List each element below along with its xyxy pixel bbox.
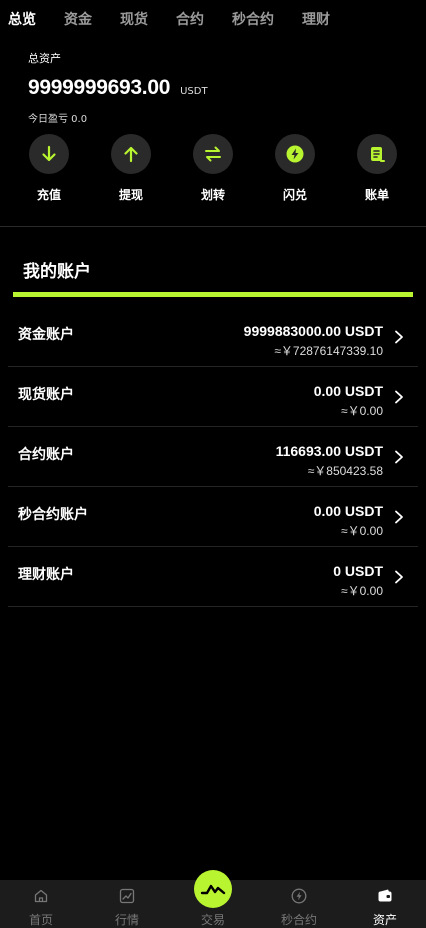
chevron-right-icon — [395, 570, 403, 584]
tab-wealth[interactable]: 理财 — [302, 9, 330, 29]
chart-icon — [119, 888, 135, 904]
nav-second-contract[interactable]: 秒合约 — [259, 880, 339, 928]
tab-contract[interactable]: 合约 — [176, 9, 204, 29]
arrow-down-icon — [29, 134, 69, 174]
flash-icon — [275, 134, 315, 174]
deposit-label: 充值 — [36, 188, 61, 202]
bill-label: 账单 — [364, 188, 389, 202]
asset-summary: 总资产 9999999693.00 USDT 今日盈亏 0.0 — [28, 50, 208, 125]
nav-market-label: 行情 — [114, 913, 139, 927]
quick-actions: 充值 提现 划转 闪兑 账单 — [0, 134, 426, 204]
account-row-second-contract[interactable]: 秒合约账户 0.00 USDT ≈￥0.00 — [8, 487, 418, 547]
account-cny-value: ≈￥0.00 — [341, 404, 383, 418]
chevron-right-icon — [395, 330, 403, 344]
withdraw-button[interactable]: 提现 — [101, 134, 161, 203]
title-underline — [13, 292, 413, 297]
bill-button[interactable]: 账单 — [347, 134, 407, 203]
section-divider — [0, 226, 426, 227]
arrow-up-icon — [111, 134, 151, 174]
account-name: 合约账户 — [18, 447, 74, 463]
account-row-contract[interactable]: 合约账户 116693.00 USDT ≈￥850423.58 — [8, 427, 418, 487]
wallet-icon — [378, 889, 392, 902]
today-pnl: 今日盈亏 0.0 — [28, 114, 88, 125]
account-cny-value: ≈￥72876147339.10 — [274, 344, 383, 358]
account-amount: 9999883000.00 USDT — [243, 323, 383, 339]
account-amount: 116693.00 USDT — [275, 443, 383, 459]
chevron-right-icon — [395, 510, 403, 524]
nav-market[interactable]: 行情 — [87, 880, 167, 928]
tab-overview[interactable]: 总览 — [8, 9, 36, 29]
withdraw-label: 提现 — [118, 188, 143, 202]
nav-assets[interactable]: 资产 — [345, 880, 425, 928]
chevron-right-icon — [395, 450, 403, 464]
transfer-icon — [193, 134, 233, 174]
nav-trade[interactable]: 交易 — [173, 870, 253, 928]
bottom-nav: 首页 行情 交易 秒合约 资产 — [0, 870, 426, 928]
transfer-button[interactable]: 划转 — [183, 134, 243, 203]
account-amount: 0 USDT — [333, 563, 383, 579]
account-amount: 0.00 USDT — [313, 383, 383, 399]
total-assets-value: 9999999693.00 — [28, 76, 171, 99]
account-amount: 0.00 USDT — [313, 503, 383, 519]
account-cny-value: ≈￥0.00 — [341, 524, 383, 538]
nav-second-contract-label: 秒合约 — [280, 913, 317, 927]
deposit-button[interactable]: 充值 — [19, 134, 79, 203]
trade-icon — [194, 870, 232, 908]
bill-icon — [357, 134, 397, 174]
tab-spot[interactable]: 现货 — [120, 9, 148, 29]
tab-funds[interactable]: 资金 — [64, 9, 92, 29]
account-name: 资金账户 — [18, 327, 74, 343]
account-list: 资金账户 9999883000.00 USDT ≈￥72876147339.10… — [8, 307, 418, 607]
flash-swap-button[interactable]: 闪兑 — [265, 134, 325, 203]
top-tabs: 总览 资金 现货 合约 秒合约 理财 — [0, 0, 426, 38]
flash-swap-label: 闪兑 — [282, 188, 307, 202]
total-assets-unit: USDT — [180, 86, 208, 97]
account-name: 理财账户 — [18, 567, 74, 583]
home-icon — [34, 889, 48, 903]
nav-trade-label: 交易 — [200, 913, 225, 927]
tab-second-contract[interactable]: 秒合约 — [232, 9, 274, 29]
account-row-spot[interactable]: 现货账户 0.00 USDT ≈￥0.00 — [8, 367, 418, 427]
my-accounts-title: 我的账户 — [23, 262, 91, 282]
nav-home-label: 首页 — [28, 913, 53, 927]
total-assets-label: 总资产 — [28, 52, 61, 65]
transfer-label: 划转 — [200, 188, 225, 202]
account-name: 秒合约账户 — [18, 507, 88, 523]
account-row-wealth[interactable]: 理财账户 0 USDT ≈￥0.00 — [8, 547, 418, 607]
account-cny-value: ≈￥850423.58 — [307, 464, 383, 478]
nav-assets-label: 资产 — [372, 913, 397, 927]
account-row-funds[interactable]: 资金账户 9999883000.00 USDT ≈￥72876147339.10 — [8, 307, 418, 367]
flash-circle-icon — [291, 888, 307, 904]
account-name: 现货账户 — [18, 387, 74, 403]
chevron-right-icon — [395, 390, 403, 404]
nav-home[interactable]: 首页 — [1, 880, 81, 928]
account-cny-value: ≈￥0.00 — [341, 584, 383, 598]
